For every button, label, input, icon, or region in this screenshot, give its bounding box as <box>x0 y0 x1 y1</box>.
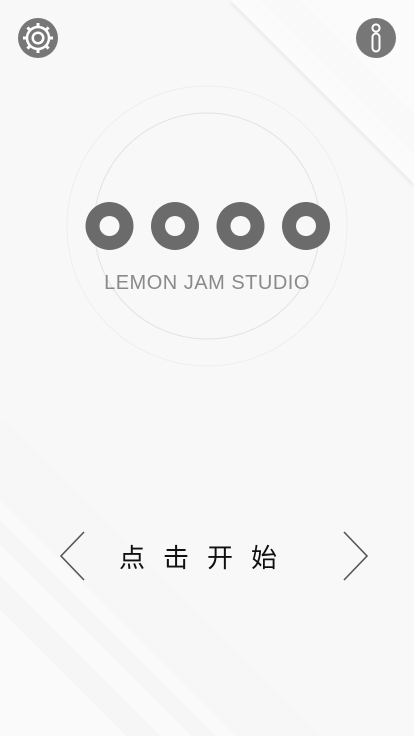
background-decor <box>0 0 414 736</box>
gear-icon <box>18 18 58 58</box>
chevron-right-icon <box>343 531 369 581</box>
title-screen: LEMON JAM STUDIO 点击开始 <box>0 0 414 736</box>
next-button[interactable] <box>340 529 370 583</box>
settings-button[interactable] <box>18 18 58 58</box>
studio-name: LEMON JAM STUDIO <box>104 272 310 294</box>
info-button[interactable] <box>356 18 396 58</box>
studio-logo <box>85 202 330 250</box>
info-icon <box>356 18 396 58</box>
